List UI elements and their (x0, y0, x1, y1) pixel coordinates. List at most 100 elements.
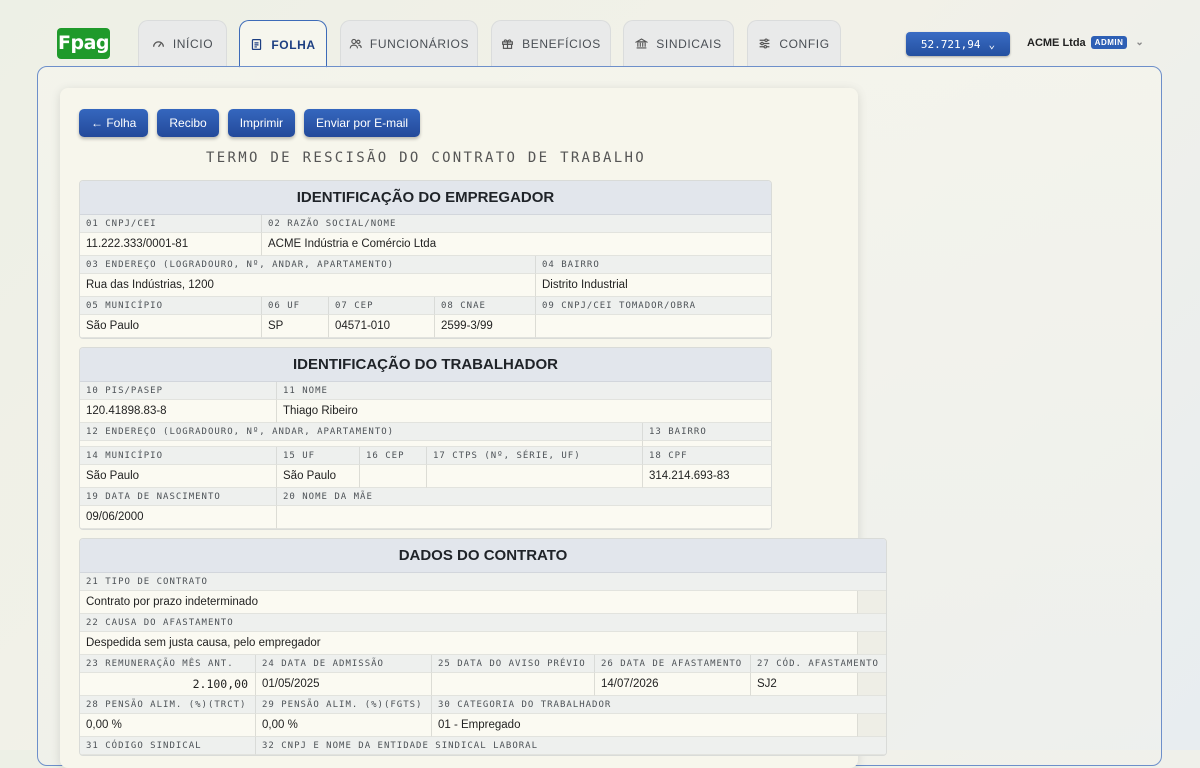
city-value: São Paulo (80, 465, 277, 488)
field-label: 14 MUNICÍPIO (80, 447, 277, 465)
field-label: 03 ENDEREÇO (LOGRADOURO, Nº, ANDAR, APAR… (80, 256, 536, 274)
field-label: 27 CÓD. AFASTAMENTO (751, 655, 886, 673)
tab-config[interactable]: CONFIG (747, 20, 841, 66)
field-label: 19 DATA DE NASCIMENTO (80, 488, 277, 506)
users-icon (349, 38, 362, 49)
alimony-fgts-value: 0,00 % (256, 714, 432, 737)
back-to-folha-button[interactable]: ← Folha (79, 109, 149, 137)
field-label: 20 NOME DA MÃE (277, 488, 771, 506)
field-label: 10 PIS/PASEP (80, 382, 277, 400)
tab-label: SINDICAIS (656, 36, 722, 51)
leave-date-value: 14/07/2026 (595, 673, 751, 696)
company-name: ACME Ltda (1027, 36, 1086, 49)
tomador-value (536, 315, 771, 338)
field-label: 07 CEP (329, 297, 435, 315)
state-value: SP (262, 315, 329, 338)
tab-funcionarios[interactable]: FUNCIONÁRIOS (340, 20, 478, 66)
gauge-icon (152, 41, 164, 48)
field-label: 16 CEP (360, 447, 427, 465)
blank-cell (858, 632, 886, 655)
tab-sindicais[interactable]: SINDICAIS (623, 20, 734, 66)
field-label: 24 DATA DE ADMISSÃO (256, 655, 432, 673)
chevron-down-icon: ⌄ (988, 37, 996, 51)
worker-section: IDENTIFICAÇÃO DO TRABALHADOR 10 PIS/PASE… (79, 347, 772, 530)
field-label: 22 CAUSA DO AFASTAMENTO (80, 614, 886, 632)
field-label: 21 TIPO DE CONTRATO (80, 573, 886, 591)
field-label: 29 PENSÃO ALIM. (%)(FGTS) (256, 696, 432, 714)
tab-label: FOLHA (271, 37, 316, 52)
role-badge: ADMIN (1090, 36, 1128, 49)
receipt-button[interactable]: Recibo (157, 109, 219, 137)
gift-icon (502, 39, 514, 49)
tab-folha[interactable]: FOLHA (239, 20, 327, 68)
top-navigation: Fpag INÍCIO FOLHA FUNCIONÁRIOS BENEFÍCIO… (0, 0, 1200, 70)
contract-type-value: Contrato por prazo indeterminado (80, 591, 858, 614)
field-label: 04 BAIRRO (536, 256, 771, 274)
sliders-icon (759, 38, 770, 49)
section-heading: IDENTIFICAÇÃO DO EMPREGADOR (80, 181, 771, 215)
cnae-value: 2599-3/99 (435, 315, 536, 338)
tab-label: CONFIG (779, 36, 830, 51)
app-logo[interactable]: Fpag (57, 28, 110, 59)
address-value: Rua das Indústrias, 1200 (80, 274, 536, 297)
tab-inicio[interactable]: INÍCIO (138, 20, 227, 66)
field-label: 32 CNPJ E NOME DA ENTIDADE SINDICAL LABO… (256, 737, 886, 755)
send-email-button[interactable]: Enviar por E-mail (304, 109, 421, 137)
district-value: Distrito Industrial (536, 274, 771, 297)
field-label: 31 CÓDIGO SINDICAL (80, 737, 256, 755)
field-label: 11 NOME (277, 382, 771, 400)
blank-cell (858, 714, 886, 737)
employer-section: IDENTIFICAÇÃO DO EMPREGADOR 01 CNPJ/CEI … (79, 180, 772, 339)
birthdate-value: 09/06/2000 (80, 506, 277, 529)
chevron-down-icon: ⌄ (1135, 37, 1144, 48)
admission-date-value: 01/05/2025 (256, 673, 432, 696)
last-salary-value: 2.100,00 (80, 673, 256, 696)
cnpj-value: 11.222.333/0001-81 (80, 233, 262, 256)
field-label: 23 REMUNERAÇÃO MÊS ANT. (80, 655, 256, 673)
tab-label: BENEFÍCIOS (522, 36, 601, 51)
field-label: 13 BAIRRO (643, 423, 771, 441)
pis-value: 120.41898.83-8 (80, 400, 277, 423)
mother-name-value (277, 506, 771, 529)
section-heading: IDENTIFICAÇÃO DO TRABALHADOR (80, 348, 771, 382)
document-title: TERMO DE RESCISÃO DO CONTRATO DE TRABALH… (206, 150, 646, 166)
field-label: 17 CTPS (Nº, SÉRIE, UF) (427, 447, 643, 465)
field-label: 01 CNPJ/CEI (80, 215, 262, 233)
ctps-value (427, 465, 643, 488)
worker-category-value: 01 - Empregado (432, 714, 858, 737)
balance-value: 52.721,94 (920, 37, 981, 51)
tab-beneficios[interactable]: BENEFÍCIOS (491, 20, 611, 66)
blank-cell (858, 591, 886, 614)
document-icon (252, 39, 262, 50)
field-label: 06 UF (262, 297, 329, 315)
section-heading: DADOS DO CONTRATO (80, 539, 886, 573)
termination-cause-value: Despedida sem justa causa, pelo empregad… (80, 632, 858, 655)
company-menu[interactable]: ACME Ltda ADMIN ⌄ (1027, 36, 1144, 49)
company-name-value: ACME Indústria e Comércio Ltda (262, 233, 771, 256)
notice-date-value (432, 673, 595, 696)
alimony-trct-value: 0,00 % (80, 714, 256, 737)
zip-value (360, 465, 427, 488)
field-label: 26 DATA DE AFASTAMENTO (595, 655, 751, 673)
balance-dropdown[interactable]: 52.721,94 ⌄ (906, 32, 1010, 56)
field-label: 18 CPF (643, 447, 771, 465)
worker-name-value: Thiago Ribeiro (277, 400, 771, 423)
field-label: 09 CNPJ/CEI TOMADOR/OBRA (536, 297, 771, 315)
city-value: São Paulo (80, 315, 262, 338)
cpf-value: 314.214.693-83 (643, 465, 771, 488)
field-label: 05 MUNICÍPIO (80, 297, 262, 315)
state-value: São Paulo (277, 465, 360, 488)
field-label: 15 UF (277, 447, 360, 465)
field-label: 12 ENDEREÇO (LOGRADOURO, Nº, ANDAR, APAR… (80, 423, 643, 441)
contract-section: DADOS DO CONTRATO 21 TIPO DE CONTRATO Co… (79, 538, 887, 756)
field-label: 25 DATA DO AVISO PRÉVIO (432, 655, 595, 673)
tab-label: FUNCIONÁRIOS (369, 36, 470, 51)
print-button[interactable]: Imprimir (227, 109, 296, 137)
field-label: 08 CNAE (435, 297, 536, 315)
field-label: 28 PENSÃO ALIM. (%)(TRCT) (80, 696, 256, 714)
blank-cell (858, 673, 886, 696)
field-label: 02 RAZÃO SOCIAL/NOME (262, 215, 771, 233)
field-label: 30 CATEGORIA DO TRABALHADOR (432, 696, 886, 714)
zip-value: 04571-010 (329, 315, 435, 338)
bank-icon (635, 38, 649, 49)
